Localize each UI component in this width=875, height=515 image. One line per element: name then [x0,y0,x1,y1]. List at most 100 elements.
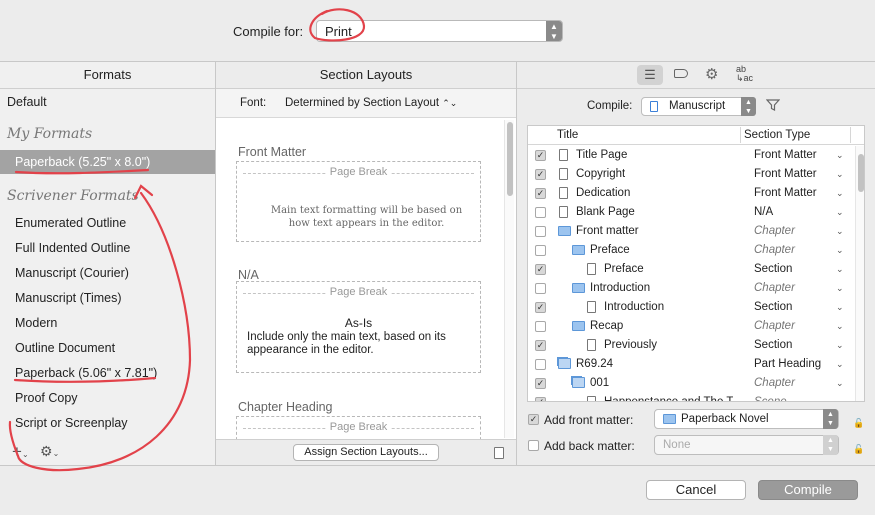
chevron-down-icon[interactable]: ⌄ [836,165,844,184]
chevron-updown-icon: ▲ ▼ [546,21,562,41]
chevron-down-icon[interactable]: ⌄ [836,393,844,401]
contents-rows: ✓ Title Page Front Matter ⌄ ✓ Copyright Front … [528,146,854,402]
chevron-down-icon[interactable]: ⌄ [836,279,844,298]
gear-icon[interactable]: ⚙⌄ [40,443,59,460]
row-section-type[interactable]: Part Heading [754,355,821,374]
row-section-type[interactable]: Section [754,260,792,279]
format-paperback-525[interactable]: Paperback (5.25" x 8.0") [0,150,215,174]
font-select[interactable]: Determined by Section Layout ⌃⌄ [285,89,457,117]
compile-select[interactable]: Manuscript ▲ ▼ [641,97,756,116]
row-section-type[interactable]: Chapter [754,279,795,298]
row-checkbox[interactable]: ✓ [535,397,546,401]
front-matter-select[interactable]: Paperback Novel ▲ ▼ [654,409,839,429]
table-row[interactable]: Introduction Chapter ⌄ [528,279,854,298]
format-manuscript-times[interactable]: Manuscript (Times) [0,286,215,310]
lock-icon[interactable]: 🔓 [853,438,864,460]
table-row[interactable]: ✓ 001 Chapter ⌄ [528,374,854,393]
table-row[interactable]: Preface Chapter ⌄ [528,241,854,260]
row-section-type[interactable]: Chapter [754,241,795,260]
plus-icon[interactable]: +⌄ [12,442,29,462]
row-section-type[interactable]: N/A [754,203,773,222]
gear-icon[interactable]: ⚙ [705,65,718,83]
column-section-type[interactable]: Section Type [744,126,810,144]
format-full-indented-outline[interactable]: Full Indented Outline [0,236,215,260]
table-row[interactable]: ✓ Introduction Section ⌄ [528,298,854,317]
chevron-down-icon[interactable]: ⌄ [836,241,844,260]
list-icon[interactable]: ☰ [637,65,663,85]
row-checkbox[interactable] [535,226,546,237]
compile-button[interactable]: Compile [758,480,858,500]
compile-for-select[interactable]: Print ▲ ▼ [316,20,563,42]
row-checkbox[interactable] [535,207,546,218]
table-row[interactable]: ✓ Copyright Front Matter ⌄ [528,165,854,184]
format-proof-copy[interactable]: Proof Copy [0,386,215,410]
row-checkbox[interactable]: ✓ [535,378,546,389]
label-icon[interactable] [674,69,688,78]
row-section-type[interactable]: Chapter [754,374,795,393]
row-section-type[interactable]: Front Matter [754,165,817,184]
table-scrollbar[interactable] [855,146,864,401]
replace-text-icon[interactable]: ab ↳ac [736,65,753,83]
format-enumerated-outline[interactable]: Enumerated Outline [0,211,215,235]
table-row[interactable]: ✓ Dedication Front Matter ⌄ [528,184,854,203]
row-section-type[interactable]: Section [754,298,792,317]
chevron-down-icon[interactable]: ⌄ [836,317,844,336]
format-outline-document[interactable]: Outline Document [0,336,215,360]
layout-chapter-heading[interactable]: Page Break [236,416,481,439]
table-row[interactable]: R69.24 Part Heading ⌄ [528,355,854,374]
row-title: Happenstance and The T [604,396,734,402]
row-checkbox[interactable] [535,321,546,332]
table-row[interactable]: Front matter Chapter ⌄ [528,222,854,241]
row-checkbox[interactable] [535,245,546,256]
chevron-down-icon[interactable]: ⌄ [836,184,844,203]
row-checkbox[interactable]: ✓ [535,150,546,161]
row-section-type[interactable]: Chapter [754,317,795,336]
scroll-thumb[interactable] [507,122,513,196]
table-row[interactable]: ✓ Previously Section ⌄ [528,336,854,355]
layout-body: Include only the main text, based on its… [247,331,446,356]
chevron-down-icon[interactable]: ⌄ [836,355,844,374]
row-checkbox[interactable]: ✓ [535,264,546,275]
chevron-down-icon[interactable]: ⌄ [836,336,844,355]
lock-icon[interactable]: 🔓 [853,412,864,434]
row-checkbox[interactable]: ✓ [535,188,546,199]
row-checkbox[interactable] [535,359,546,370]
row-checkbox[interactable] [535,283,546,294]
row-section-type[interactable]: Front Matter [754,146,817,165]
format-default[interactable]: Default [0,90,215,114]
format-paperback-506[interactable]: Paperback (5.06" x 7.81") [0,361,215,385]
layouts-scrollbar[interactable] [504,120,514,438]
table-row[interactable]: ✓ Title Page Front Matter ⌄ [528,146,854,165]
table-row[interactable]: ✓ Preface Section ⌄ [528,260,854,279]
layout-front-matter[interactable]: Page Break Main text formatting will be … [236,161,481,242]
format-script-screenplay[interactable]: Script or Screenplay [0,411,215,435]
chevron-down-icon[interactable]: ⌄ [836,222,844,241]
layout-na[interactable]: Page Break As-Is Include only the main t… [236,281,481,373]
row-checkbox[interactable]: ✓ [535,302,546,313]
table-row[interactable]: ✓ Happenstance and The T Scene ⌄ [528,393,854,402]
row-section-type[interactable]: Chapter [754,222,795,241]
cancel-button[interactable]: Cancel [646,480,746,500]
chevron-down-icon[interactable]: ⌄ [836,298,844,317]
row-checkbox[interactable]: ✓ [535,340,546,351]
filter-icon[interactable] [765,98,781,115]
add-front-matter-checkbox[interactable]: ✓ [528,414,539,425]
row-section-type[interactable]: Scene [754,393,787,401]
column-title[interactable]: Title [557,126,578,144]
row-section-type[interactable]: Front Matter [754,184,817,203]
add-back-matter-checkbox[interactable] [528,440,539,451]
chevron-down-icon[interactable]: ⌄ [836,260,844,279]
row-checkbox[interactable]: ✓ [535,169,546,180]
chevron-down-icon[interactable]: ⌄ [836,146,844,165]
chevron-down-icon[interactable]: ⌄ [836,203,844,222]
format-modern[interactable]: Modern [0,311,215,335]
row-section-type[interactable]: Section [754,336,792,355]
table-row[interactable]: Blank Page N/A ⌄ [528,203,854,222]
assign-section-layouts-button[interactable]: Assign Section Layouts... [293,444,439,461]
document-icon[interactable] [494,447,504,459]
back-matter-select[interactable]: None ▲ ▼ [654,435,839,455]
table-row[interactable]: Recap Chapter ⌄ [528,317,854,336]
chevron-down-icon[interactable]: ⌄ [836,374,844,393]
scroll-thumb[interactable] [858,154,864,192]
format-manuscript-courier[interactable]: Manuscript (Courier) [0,261,215,285]
